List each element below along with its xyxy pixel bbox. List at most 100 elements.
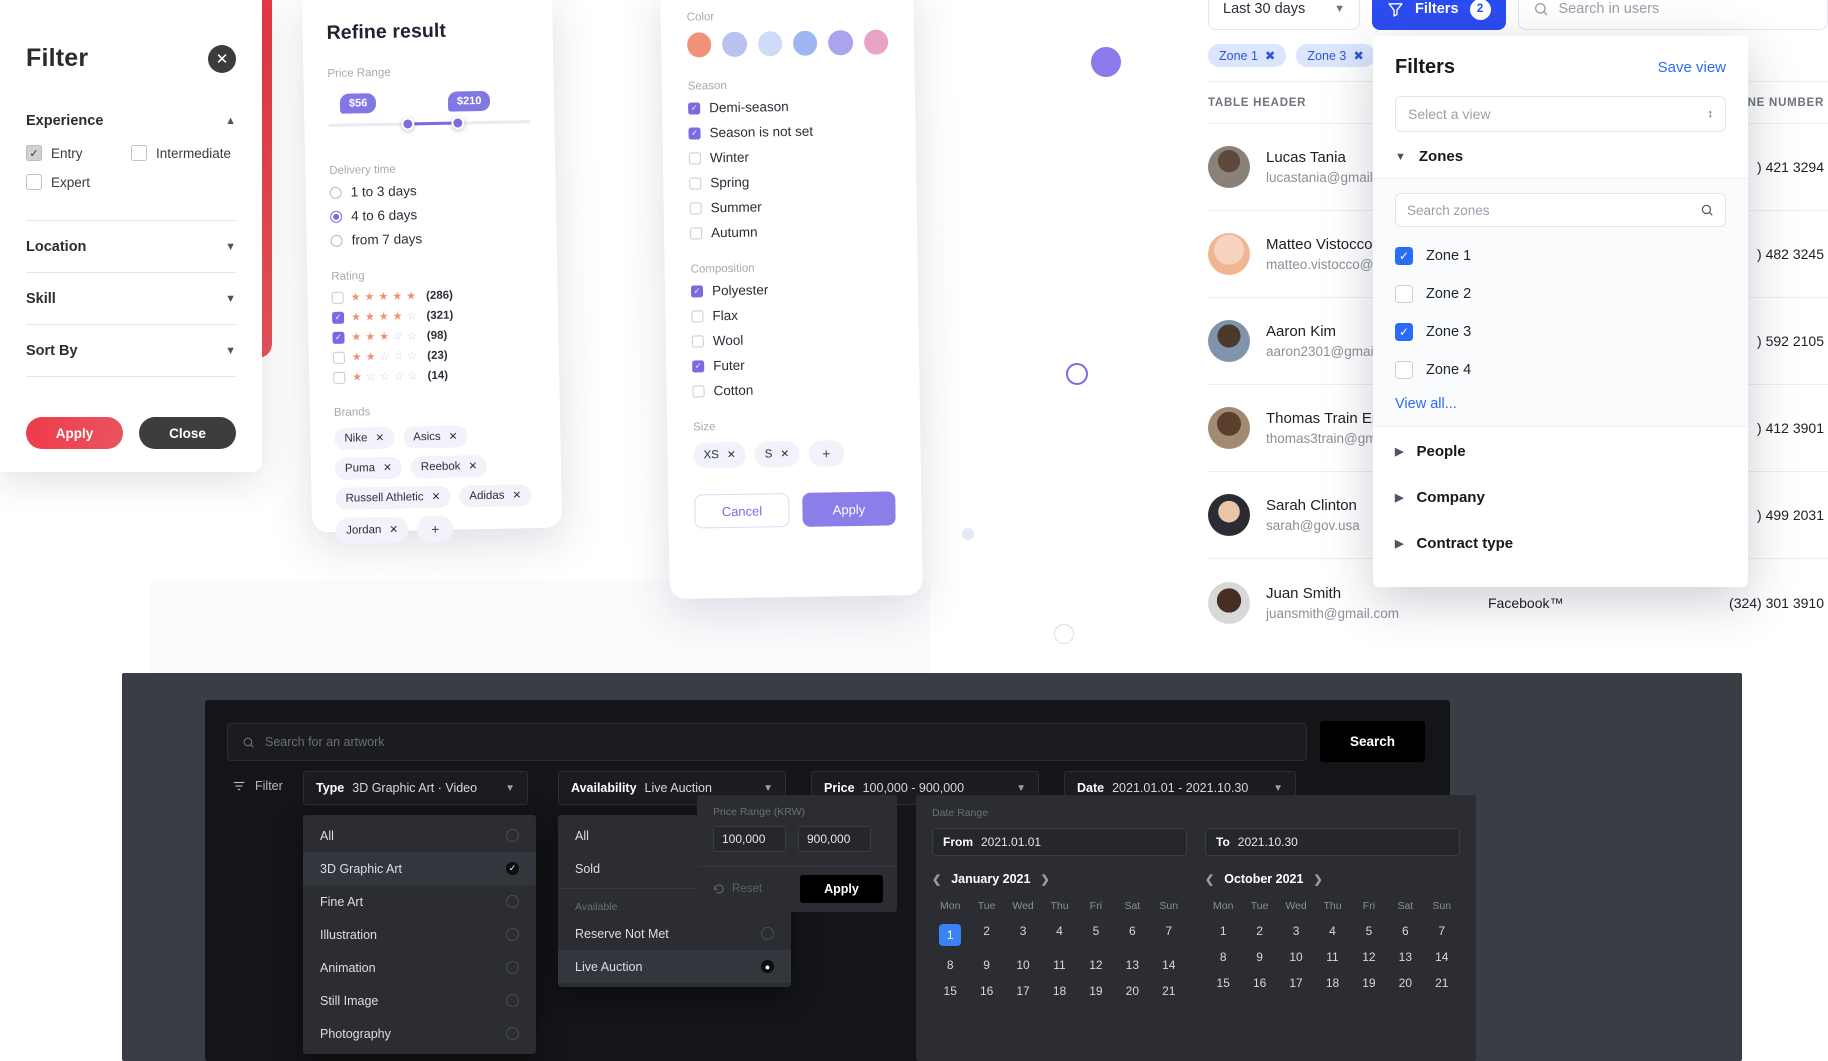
- calendar-day[interactable]: 18: [1314, 976, 1350, 990]
- select-view-dropdown[interactable]: Select a view ↕: [1395, 96, 1726, 132]
- zone-checkbox-zone-2[interactable]: Zone 2: [1395, 275, 1726, 313]
- date-from-input[interactable]: From 2021.01.01: [932, 828, 1187, 856]
- composition-option[interactable]: ✓ Polyester: [690, 280, 892, 298]
- type-menu-item[interactable]: Fine Art: [303, 885, 536, 918]
- close-button[interactable]: Close: [139, 417, 236, 449]
- checkbox-icon[interactable]: ✓: [688, 126, 701, 140]
- chevron-left-icon[interactable]: ❮: [1205, 873, 1214, 886]
- rating-row[interactable]: ★ ☆ ☆ ☆ ☆ (14): [333, 367, 535, 384]
- add-brand-button[interactable]: +: [416, 515, 454, 543]
- filters-section-people[interactable]: ▶ People: [1373, 427, 1748, 473]
- calendar-day-selected[interactable]: 1: [939, 924, 962, 946]
- rating-row[interactable]: ★ ★ ★ ★ ★ (286): [331, 287, 534, 304]
- type-menu-item[interactable]: 3D Graphic Art ✓: [303, 852, 536, 885]
- type-menu-item[interactable]: Photography: [303, 1017, 536, 1050]
- availability-menu-item[interactable]: Live Auction ●: [558, 950, 791, 983]
- filter-section-skill-header[interactable]: Skill ▼: [26, 291, 236, 307]
- close-icon[interactable]: ✕: [375, 432, 384, 444]
- filters-button[interactable]: Filters 2: [1372, 0, 1506, 30]
- checkbox-icon[interactable]: [1395, 361, 1413, 379]
- calendar-day[interactable]: 5: [1351, 924, 1387, 938]
- date-to-input[interactable]: To 2021.10.30: [1205, 828, 1460, 856]
- calendar-day[interactable]: 10: [1278, 950, 1314, 964]
- calendar-day[interactable]: 17: [1278, 976, 1314, 990]
- calendar-day[interactable]: 7: [1151, 924, 1187, 946]
- experience-option-intermediate[interactable]: Intermediate: [131, 145, 236, 161]
- size-chip[interactable]: S ✕: [754, 440, 800, 468]
- delivery-option-1to3[interactable]: 1 to 3 days: [329, 181, 532, 200]
- checkbox-icon[interactable]: [333, 371, 346, 384]
- brand-chip[interactable]: Asics ✕: [403, 425, 468, 449]
- calendar-day[interactable]: 6: [1387, 924, 1423, 938]
- calendar-day[interactable]: 17: [1005, 984, 1041, 998]
- checkbox-icon[interactable]: [131, 145, 147, 161]
- filter-section-experience-header[interactable]: Experience ▲: [26, 113, 236, 129]
- experience-option-entry[interactable]: ✓ Entry: [26, 145, 131, 161]
- save-view-link[interactable]: Save view: [1658, 59, 1726, 76]
- calendar-day[interactable]: 12: [1078, 958, 1114, 972]
- checkbox-icon[interactable]: ✓: [688, 101, 701, 115]
- calendar-day[interactable]: 13: [1387, 950, 1423, 964]
- checkbox-icon[interactable]: [691, 334, 704, 348]
- checkbox-icon[interactable]: [1395, 285, 1413, 303]
- calendar-day[interactable]: 13: [1114, 958, 1150, 972]
- calendar-day[interactable]: 3: [1005, 924, 1041, 946]
- cancel-button[interactable]: Cancel: [694, 493, 790, 529]
- calendar-day[interactable]: 16: [968, 984, 1004, 998]
- radio-icon[interactable]: [330, 234, 343, 247]
- composition-option[interactable]: Wool: [691, 330, 893, 348]
- radio-icon[interactable]: [330, 210, 343, 223]
- season-option[interactable]: Summer: [689, 197, 891, 215]
- color-swatch[interactable]: [722, 31, 747, 58]
- zone-checkbox-zone-4[interactable]: Zone 4: [1395, 351, 1726, 389]
- checkbox-icon[interactable]: [26, 174, 42, 190]
- calendar-day[interactable]: 1: [1205, 924, 1241, 938]
- rating-row[interactable]: ★ ★ ☆ ☆ ☆ (23): [332, 347, 535, 364]
- checkbox-icon[interactable]: ✓: [332, 331, 345, 344]
- price-apply-button[interactable]: Apply: [800, 875, 883, 903]
- artwork-search-input[interactable]: Search for an artwork: [227, 723, 1307, 761]
- filter-section-sortby-header[interactable]: Sort By ▼: [26, 343, 236, 359]
- calendar-day[interactable]: 15: [932, 984, 968, 998]
- calendar-day[interactable]: 21: [1151, 984, 1187, 998]
- zone-checkbox-zone-1[interactable]: ✓ Zone 1: [1395, 237, 1726, 275]
- calendar-day[interactable]: 10: [1005, 958, 1041, 972]
- checkbox-icon[interactable]: [689, 176, 702, 190]
- close-icon[interactable]: ✕: [208, 44, 236, 73]
- close-icon[interactable]: ✕: [431, 491, 440, 503]
- price-min-input[interactable]: 100,000: [713, 826, 786, 852]
- close-icon[interactable]: ✕: [449, 431, 458, 443]
- close-icon[interactable]: ✕: [727, 449, 736, 461]
- delivery-option-4to6[interactable]: 4 to 6 days: [330, 205, 532, 224]
- remove-icon[interactable]: ✖: [1265, 48, 1275, 63]
- checkbox-icon[interactable]: ✓: [26, 145, 42, 161]
- calendar-day[interactable]: 4: [1314, 924, 1350, 938]
- calendar-day[interactable]: 18: [1041, 984, 1077, 998]
- radio-icon-selected[interactable]: ●: [761, 960, 774, 973]
- season-option[interactable]: Autumn: [690, 222, 891, 240]
- price-range-slider[interactable]: $56 $210: [328, 90, 531, 142]
- calendar-day[interactable]: 15: [1205, 976, 1241, 990]
- calendar-day[interactable]: 4: [1041, 924, 1077, 946]
- search-zones-input[interactable]: Search zones: [1395, 193, 1726, 227]
- composition-option[interactable]: ✓ Futer: [692, 355, 893, 373]
- zone-tag[interactable]: Zone 3 ✖: [1296, 44, 1375, 67]
- color-swatch[interactable]: [686, 32, 712, 58]
- chevron-right-icon[interactable]: ❯: [1313, 873, 1322, 886]
- search-users-input[interactable]: Search in users: [1517, 0, 1828, 30]
- checkbox-icon[interactable]: ✓: [692, 359, 705, 373]
- close-icon[interactable]: ✕: [383, 462, 392, 474]
- close-icon[interactable]: ✕: [512, 489, 521, 501]
- calendar-day[interactable]: 21: [1424, 976, 1460, 990]
- color-swatch[interactable]: [792, 30, 818, 56]
- calendar-day[interactable]: 5: [1078, 924, 1114, 946]
- calendar-day[interactable]: 2: [968, 924, 1004, 946]
- artwork-search-button[interactable]: Search: [1320, 721, 1425, 762]
- checkbox-icon[interactable]: ✓: [331, 311, 345, 324]
- season-option[interactable]: ✓ Demi-season: [688, 97, 889, 115]
- calendar-day[interactable]: 8: [1205, 950, 1241, 964]
- calendar-day[interactable]: 19: [1078, 984, 1114, 998]
- brand-chip[interactable]: Reebok ✕: [410, 454, 488, 479]
- calendar-day[interactable]: 2: [1241, 924, 1277, 938]
- checkbox-icon[interactable]: ✓: [690, 284, 704, 298]
